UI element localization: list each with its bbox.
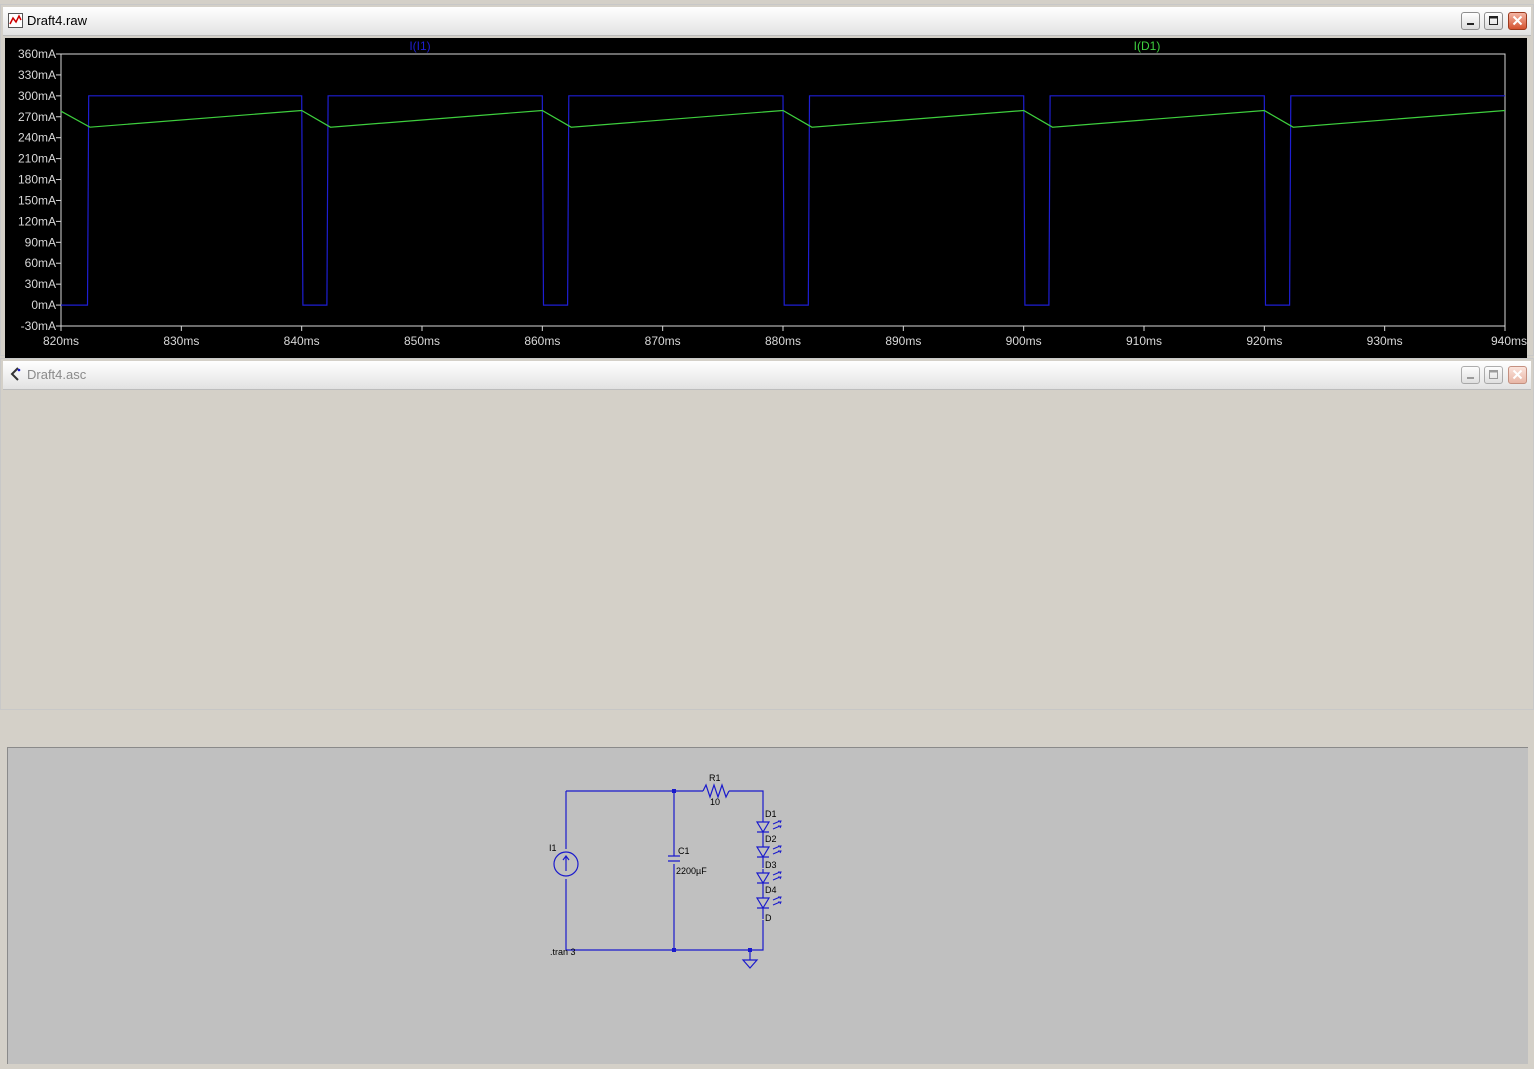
y-tick-label: 120mA (18, 214, 56, 228)
circuit-diagram[interactable]: D1 D2 D3 D4 D I1 C1 2200µF R1 10 .tran 3 (8, 748, 1528, 1064)
schematic-window: Draft4.asc D1 D2 D3 D4 D I1 C1 2200µF R1… (0, 358, 1534, 1064)
maximize-button[interactable] (1484, 12, 1503, 30)
schematic-titlebar[interactable]: Draft4.asc (3, 361, 1531, 390)
maximize-button[interactable] (1484, 366, 1503, 384)
x-tick-label: 880ms (765, 334, 801, 348)
x-tick-label: 890ms (885, 334, 921, 348)
trace-i-i1 (61, 95, 1505, 306)
ground-symbol[interactable] (741, 959, 759, 969)
legend-label: I(D1) (1134, 39, 1161, 53)
window-title: Draft4.raw (27, 13, 87, 28)
traces (60, 95, 1506, 306)
y-tick-label: 270mA (18, 110, 56, 124)
window-title: Draft4.asc (27, 367, 87, 382)
y-tick-label: 90mA (25, 235, 56, 249)
waveform-chart[interactable]: 360mA 330mA 300mA 270mA 240mA 210mA 180mA 150mA… (5, 38, 1527, 358)
maximize-icon (1489, 370, 1498, 379)
light-arrows-icon (772, 820, 782, 830)
resistor-symbol[interactable] (702, 783, 730, 799)
y-tick-label: 180mA (18, 173, 56, 187)
schematic-canvas[interactable]: D1 D2 D3 D4 D I1 C1 2200µF R1 10 .tran 3 (7, 747, 1528, 1064)
x-tick-label: 840ms (284, 334, 320, 348)
close-icon (1512, 15, 1523, 26)
x-tick-label: 920ms (1246, 334, 1282, 348)
x-tick-label: 820ms (43, 334, 79, 348)
spice-directive[interactable]: .tran 3 (550, 947, 576, 957)
res-ref-label: R1 (709, 773, 721, 783)
y-tick-label: 30mA (25, 277, 56, 291)
legend: I(I1) I(D1) (409, 39, 1160, 53)
close-button[interactable] (1508, 366, 1527, 384)
diode-label: D3 (765, 860, 777, 870)
plot-area[interactable]: 360mA 330mA 300mA 270mA 240mA 210mA 180mA 150mA… (5, 38, 1527, 358)
waveform-icon (8, 13, 23, 28)
minimize-icon (1467, 377, 1474, 379)
x-tick-label: 900ms (1006, 334, 1042, 348)
source-label: I1 (549, 843, 557, 853)
light-arrows-icon (772, 845, 782, 855)
x-axis: 820ms 830ms 840ms 850ms 860ms 870ms 880ms 890ms… (43, 326, 1527, 348)
cap-value-label: 2200µF (676, 866, 707, 876)
res-value-label: 10 (710, 797, 720, 807)
y-tick-label: 150mA (18, 193, 56, 207)
wire-bottom[interactable] (566, 920, 764, 951)
maximize-icon (1489, 16, 1498, 25)
legend-label: I(I1) (409, 39, 430, 53)
schematic-icon (10, 367, 21, 381)
minimize-icon (1467, 23, 1474, 25)
close-icon (1512, 369, 1523, 380)
source-arrow (562, 855, 570, 871)
waveform-window: Draft4.raw 360mA 330mA 300mA 270mA 240mA 210m… (0, 4, 1534, 358)
y-tick-label: -30mA (21, 319, 56, 333)
light-arrows-icon (772, 871, 782, 881)
x-tick-label: 830ms (163, 334, 199, 348)
wire-top-right[interactable] (729, 790, 764, 818)
waveform-titlebar[interactable]: Draft4.raw (3, 7, 1531, 36)
x-tick-label: 850ms (404, 334, 440, 348)
minimize-button[interactable] (1461, 12, 1480, 30)
diode-label: D (765, 913, 772, 923)
x-tick-label: 940ms (1491, 334, 1527, 348)
y-tick-label: 330mA (18, 68, 56, 82)
x-tick-label: 870ms (645, 334, 681, 348)
y-tick-label: 240mA (18, 131, 56, 145)
capacitor-symbol[interactable] (668, 855, 680, 862)
y-tick-label: 0mA (31, 298, 56, 312)
minimize-button[interactable] (1461, 366, 1480, 384)
diode-label: D2 (765, 834, 777, 844)
y-tick-label: 360mA (18, 47, 56, 61)
x-tick-label: 910ms (1126, 334, 1162, 348)
cap-ref-label: C1 (678, 846, 690, 856)
close-button[interactable] (1508, 12, 1527, 30)
y-tick-label: 300mA (18, 89, 56, 103)
diode-label: D1 (765, 809, 777, 819)
diode-label: D4 (765, 885, 777, 895)
x-tick-label: 860ms (524, 334, 560, 348)
x-tick-label: 930ms (1367, 334, 1403, 348)
y-tick-label: 210mA (18, 152, 56, 166)
led-string[interactable]: D1 D2 D3 D4 D (755, 809, 782, 923)
light-arrows-icon (772, 896, 782, 906)
y-tick-label: 60mA (25, 256, 56, 270)
y-axis: 360mA 330mA 300mA 270mA 240mA 210mA 180mA 150mA… (18, 47, 61, 333)
